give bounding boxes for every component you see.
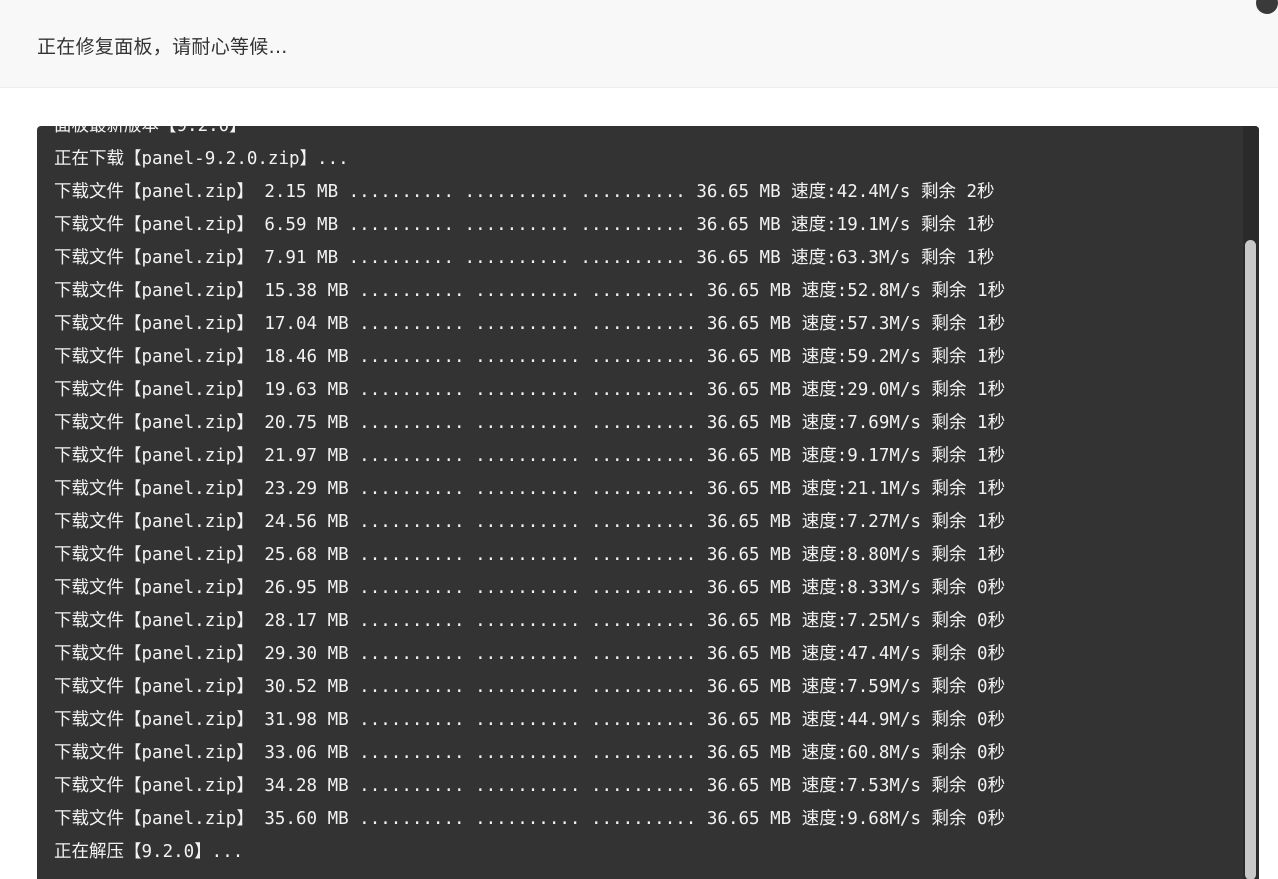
terminal-line: 下载文件【panel.zip】 24.56 MB .......... ....… bbox=[54, 512, 1006, 532]
terminal-line: 下载文件【panel.zip】 26.95 MB .......... ....… bbox=[54, 578, 1006, 598]
terminal-line: 下载文件【panel.zip】 6.59 MB .......... .....… bbox=[54, 215, 995, 235]
scrollbar-track[interactable] bbox=[1243, 126, 1259, 879]
dialog-title: 正在修复面板，请耐心等候... bbox=[37, 36, 288, 58]
terminal-line: 下载文件【panel.zip】 17.04 MB .......... ....… bbox=[54, 314, 1006, 334]
terminal-line: 下载文件【panel.zip】 20.75 MB .......... ....… bbox=[54, 413, 1006, 433]
terminal-line: 下载文件【panel.zip】 30.52 MB .......... ....… bbox=[54, 677, 1006, 697]
terminal-log: 面板最新版本【9.2.0】 正在下载【panel-9.2.0.zip】... 下… bbox=[37, 126, 1259, 879]
terminal-line: 下载文件【panel.zip】 29.30 MB .......... ....… bbox=[54, 644, 1006, 664]
terminal-line: 下载文件【panel.zip】 2.15 MB .......... .....… bbox=[54, 182, 995, 202]
terminal-line: 正在下载【panel-9.2.0.zip】... bbox=[54, 149, 349, 169]
terminal-line: 下载文件【panel.zip】 18.46 MB .......... ....… bbox=[54, 347, 1006, 367]
terminal-line: 下载文件【panel.zip】 33.06 MB .......... ....… bbox=[54, 743, 1006, 763]
terminal-line: 下载文件【panel.zip】 25.68 MB .......... ....… bbox=[54, 545, 1006, 565]
terminal-line: 下载文件【panel.zip】 23.29 MB .......... ....… bbox=[54, 479, 1006, 499]
terminal-line: 下载文件【panel.zip】 34.28 MB .......... ....… bbox=[54, 776, 1006, 796]
terminal-line: 下载文件【panel.zip】 19.63 MB .......... ....… bbox=[54, 380, 1006, 400]
terminal-line: 下载文件【panel.zip】 31.98 MB .......... ....… bbox=[54, 710, 1006, 730]
terminal-line: 下载文件【panel.zip】 21.97 MB .......... ....… bbox=[54, 446, 1006, 466]
terminal-line: 下载文件【panel.zip】 35.60 MB .......... ....… bbox=[54, 809, 1006, 829]
terminal-line: 下载文件【panel.zip】 15.38 MB .......... ....… bbox=[54, 281, 1006, 301]
terminal-line: 面板最新版本【9.2.0】 bbox=[54, 126, 247, 136]
dialog-header: 正在修复面板，请耐心等候... bbox=[0, 0, 1278, 88]
terminal-line: 下载文件【panel.zip】 28.17 MB .......... ....… bbox=[54, 611, 1006, 631]
terminal-line: 正在解压【9.2.0】... bbox=[54, 842, 244, 862]
terminal-line: 下载文件【panel.zip】 7.91 MB .......... .....… bbox=[54, 248, 995, 268]
scrollbar-thumb[interactable] bbox=[1245, 240, 1256, 879]
terminal-lines: 面板最新版本【9.2.0】 正在下载【panel-9.2.0.zip】... 下… bbox=[54, 126, 1239, 879]
